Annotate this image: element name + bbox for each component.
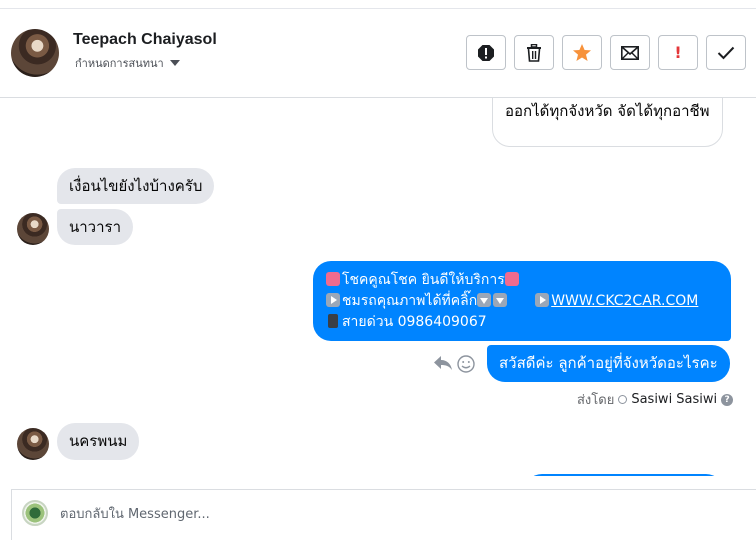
follow-up-button[interactable]: ! [658, 35, 698, 70]
sent-by-label: ส่งโดย [577, 393, 615, 408]
exclamation-emoji-icon [326, 272, 340, 286]
sent-by-name[interactable]: Sasiwi Sasiwi [631, 392, 717, 407]
down-arrow-emoji-icon [477, 293, 492, 307]
star-icon [573, 43, 591, 61]
message-line-3: สายด่วน 0986409067 [342, 314, 487, 330]
message-bubble-incoming: นาวารา [57, 209, 134, 245]
contact-avatar[interactable] [11, 29, 59, 77]
website-link[interactable]: WWW.CKC2CAR.COM [551, 293, 698, 309]
header-actions: ! [466, 35, 746, 70]
trash-icon [527, 43, 541, 62]
message-thread[interactable]: ออกได้ทุกจังหวัด จัดได้ทุกอาชีพ เงื่อนไข… [0, 98, 756, 476]
mark-unread-button[interactable] [610, 35, 650, 70]
message-bubble-outgoing: สวัสดีค่ะ ลูกค้าอยู่ที่จังหวัดอะไรคะ [487, 345, 730, 382]
message-bubble-outgoing-partial [524, 474, 724, 476]
message-bubble-incoming: เงื่อนไขยังไงบ้างครับ [57, 168, 215, 204]
status-circle-icon [618, 395, 628, 404]
reply-input[interactable] [60, 504, 460, 524]
delete-button[interactable] [514, 35, 554, 70]
mark-spam-button[interactable] [466, 35, 506, 70]
sender-avatar[interactable] [17, 428, 49, 460]
play-emoji-icon [326, 293, 340, 307]
message-line: ชมรถคุณภาพได้ที่คลิ๊ก WWW.CKC2CAR.COM [326, 291, 719, 312]
check-icon [717, 46, 735, 59]
exclamation-emoji-icon [504, 272, 519, 286]
follow-up-icon: ! [674, 43, 682, 62]
message-line: โชคคูณโชค ยินดีให้บริการ [326, 270, 719, 291]
page-avatar [22, 500, 48, 526]
reply-icon[interactable] [433, 355, 453, 371]
caret-down-icon [169, 60, 180, 66]
contact-name[interactable]: Teepach Chaiyasol [73, 31, 217, 49]
label-dropdown-text: กำหนดการสนทนา [75, 58, 164, 70]
message-bubble-outgoing: ออกได้ทุกจังหวัด จัดได้ทุกอาชีพ [492, 98, 723, 147]
phone-emoji-icon [328, 314, 338, 328]
help-icon[interactable]: ? [721, 393, 734, 406]
sent-by-info: ส่งโดย Sasiwi Sasiwi ? [577, 389, 734, 410]
message-bubble-outgoing: โชคคูณโชค ยินดีให้บริการ ชมรถคุณภาพได้ที… [313, 261, 731, 341]
message-line-1: โชคคูณโชค ยินดีให้บริการ [342, 272, 505, 288]
message-line: สายด่วน 0986409067 [326, 312, 719, 333]
star-button[interactable] [562, 35, 602, 70]
message-bubble-incoming: นครพนม [57, 423, 140, 460]
reply-composer [11, 489, 756, 540]
smiley-icon[interactable] [457, 355, 475, 373]
spam-icon [478, 44, 494, 61]
conversation-header: Teepach Chaiyasol กำหนดการสนทนา ! [0, 9, 756, 98]
message-line-2: ชมรถคุณภาพได้ที่คลิ๊ก [342, 293, 478, 309]
sender-avatar[interactable] [17, 213, 49, 245]
envelope-icon [621, 45, 639, 60]
down-arrow-emoji-icon [493, 293, 508, 307]
mark-done-button[interactable] [706, 35, 746, 70]
play-emoji-icon [535, 293, 550, 307]
label-dropdown[interactable]: กำหนดการสนทนา [75, 54, 180, 72]
